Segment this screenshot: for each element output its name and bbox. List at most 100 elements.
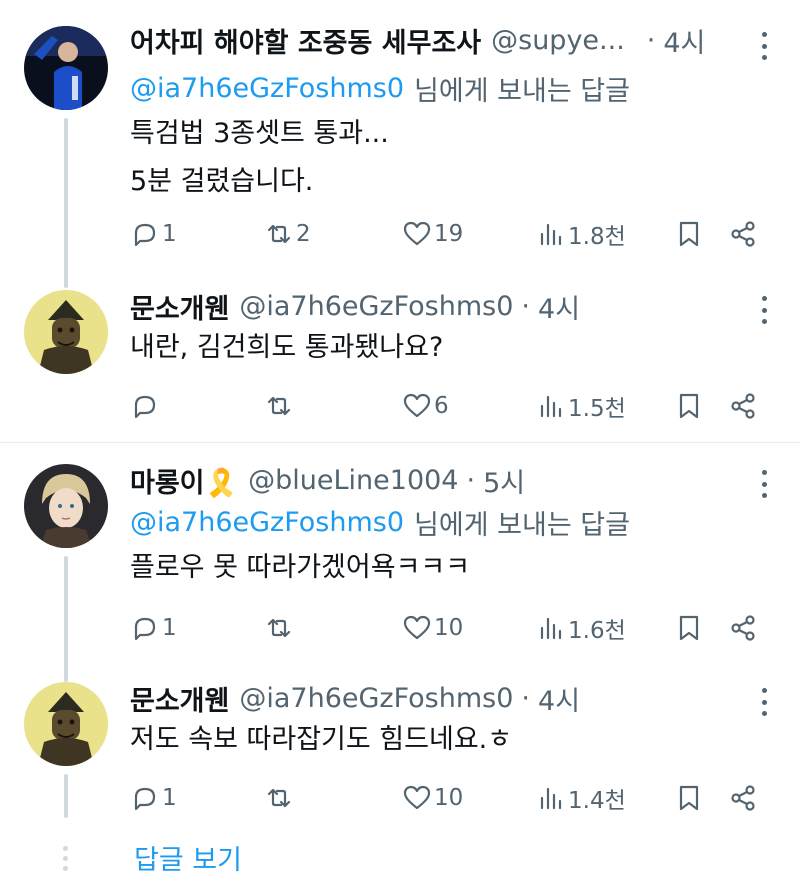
reply-icon [134,395,156,419]
more-icon[interactable] [760,688,768,716]
thread-continuation-dots [63,846,69,876]
views-count: 1.8천 [568,224,626,250]
bookmark-icon [679,221,699,247]
share-button[interactable] [728,214,758,254]
like-count: 6 [434,393,449,419]
like-button[interactable]: 10 [402,608,463,648]
reply-button[interactable]: 1 [130,214,177,254]
views-count: 1.4천 [568,788,626,814]
views-count: 1.6천 [568,618,626,644]
author-name[interactable]: 어차피 해야할 조중동 세무조사 [130,21,481,60]
post-time[interactable]: 4시 [538,679,580,718]
show-replies-link[interactable]: 답글 보기 [134,838,242,877]
avatar-image [24,26,108,110]
avatar-image [24,464,108,548]
reply-icon [134,787,156,811]
mention-link[interactable]: @ia7h6eGzFoshms0 [130,507,404,538]
retweet-icon [267,224,291,244]
reply-count: 1 [162,221,177,247]
share-icon [731,393,755,419]
like-count: 10 [434,615,464,641]
reply-count: 1 [162,615,177,641]
bookmark-button[interactable] [674,386,704,426]
reply-button[interactable]: 1 [130,608,177,648]
bookmark-button[interactable] [674,608,704,648]
thread-divider [0,442,800,443]
tweet-text: 내란, 김건희도 통과됐나요? [130,324,443,372]
tweet-text-line: 내란, 김건희도 통과됐나요? [130,332,444,363]
reply-tweet[interactable]: 문소개웬 @ia7h6eGzFoshms0 · 4시 내란, 김건희도 통과됐나… [0,290,800,440]
like-button[interactable]: 10 [402,778,463,818]
thread-line [64,118,68,288]
heart-icon [403,785,431,810]
avatar-image [24,290,108,374]
retweet-button[interactable] [264,778,296,818]
thread-line [64,774,68,818]
analytics-icon [540,787,562,810]
post-time[interactable]: 5시 [483,461,525,500]
more-icon[interactable] [760,470,768,498]
analytics-icon [540,617,562,640]
share-icon [731,785,755,811]
replying-to-suffix: 님에게 보내는 답글 [414,75,630,107]
avatar[interactable] [24,290,108,374]
mention-link[interactable]: @ia7h6eGzFoshms0 [130,73,404,104]
action-bar: 1 10 1.6천 [130,608,770,648]
avatar-image [24,682,108,766]
retweet-icon [267,396,291,416]
replying-to: @ia7h6eGzFoshms0 님에게 보내는 답글 [130,70,630,107]
separator-dot: · [646,24,656,56]
reply-button[interactable]: 1 [130,778,177,818]
retweet-button[interactable] [264,608,296,648]
bookmark-button[interactable] [674,778,704,818]
tweet-text: 특검법 3종셋트 통과... 5분 걸렸습니다. [130,110,389,206]
tweet-text-line: 저도 속보 따라잡기도 힘드네요.ㅎ [130,724,513,755]
like-count: 10 [434,785,464,811]
retweet-button[interactable] [264,386,296,426]
like-count: 19 [434,221,464,247]
reply-tweet[interactable]: 문소개웬 @ia7h6eGzFoshms0 · 4시 저도 속보 따라잡기도 힘… [0,682,800,822]
avatar[interactable] [24,26,108,110]
more-icon[interactable] [760,32,768,60]
like-button[interactable]: 19 [402,214,463,254]
avatar[interactable] [24,464,108,548]
author-handle[interactable]: @blueLine1004 [248,465,458,496]
heart-icon [403,615,431,640]
separator-dot: · [466,464,476,496]
author-name[interactable]: 문소개웬 [130,287,229,326]
bookmark-button[interactable] [674,214,704,254]
share-button[interactable] [728,608,758,648]
author-handle[interactable]: @ia7h6eGzFoshms0 [239,291,513,322]
post-time[interactable]: 4시 [538,287,580,326]
post-time[interactable]: 4시 [663,21,705,60]
retweet-button[interactable]: 2 [264,214,311,254]
views-button[interactable]: 1.5천 [536,386,626,426]
action-bar: 1 10 1.4천 [130,778,770,818]
action-bar: 1 2 19 1.8천 [130,214,770,254]
like-button[interactable]: 6 [402,386,449,426]
replying-to: @ia7h6eGzFoshms0 님에게 보내는 답글 [130,504,630,541]
reply-tweet[interactable]: 어차피 해야할 조중동 세무조사 @supye... · 4시 @ia7h6eG… [0,24,800,288]
avatar[interactable] [24,682,108,766]
views-button[interactable]: 1.4천 [536,778,626,818]
reply-icon [134,223,156,247]
reply-count: 1 [162,785,177,811]
retweet-icon [267,788,291,808]
reply-button[interactable] [130,386,162,426]
share-button[interactable] [728,778,758,818]
reply-tweet[interactable]: 마롱이🎗️ @blueLine1004 · 5시 @ia7h6eGzFoshms… [0,461,800,682]
author-handle[interactable]: @supye... [491,25,625,56]
reply-icon [134,617,156,641]
author-name[interactable]: 마롱이🎗️ [130,461,238,500]
author-handle[interactable]: @ia7h6eGzFoshms0 [239,683,513,714]
separator-dot: · [521,290,531,322]
share-icon [731,615,755,641]
author-name[interactable]: 문소개웬 [130,679,229,718]
views-button[interactable]: 1.8천 [536,214,626,254]
bookmark-icon [679,615,699,641]
tweet-text-line: 플로우 못 따라가겠어욕ㅋㅋㅋ [130,552,471,583]
analytics-icon [540,223,562,246]
share-button[interactable] [728,386,758,426]
views-button[interactable]: 1.6천 [536,608,626,648]
more-icon[interactable] [760,296,768,324]
